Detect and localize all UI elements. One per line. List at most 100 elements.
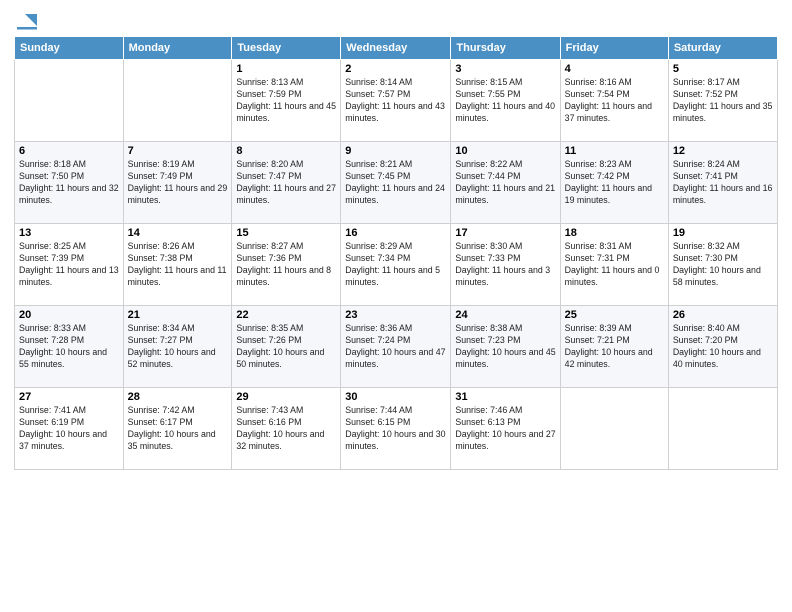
calendar-cell: 6 Sunrise: 8:18 AMSunset: 7:50 PMDaylight… [15,142,124,224]
calendar-cell: 21 Sunrise: 8:34 AMSunset: 7:27 PMDayligh… [123,306,232,388]
day-number: 9 [345,145,446,157]
day-number: 23 [345,309,446,321]
day-number: 6 [19,145,119,157]
day-number: 27 [19,391,119,403]
day-info: Sunrise: 8:15 AMSunset: 7:55 PMDaylight:… [455,77,555,125]
week-row-1: 1 Sunrise: 8:13 AMSunset: 7:59 PMDaylight… [15,60,778,142]
calendar-cell: 18 Sunrise: 8:31 AMSunset: 7:31 PMDayligh… [560,224,668,306]
page: SundayMondayTuesdayWednesdayThursdayFrid… [0,0,792,612]
calendar-cell: 19 Sunrise: 8:32 AMSunset: 7:30 PMDayligh… [668,224,777,306]
week-row-4: 20 Sunrise: 8:33 AMSunset: 7:28 PMDayligh… [15,306,778,388]
day-number: 18 [565,227,664,239]
calendar-cell: 3 Sunrise: 8:15 AMSunset: 7:55 PMDaylight… [451,60,560,142]
day-info: Sunrise: 8:22 AMSunset: 7:44 PMDaylight:… [455,159,555,207]
day-number: 12 [673,145,773,157]
calendar-cell: 16 Sunrise: 8:29 AMSunset: 7:34 PMDayligh… [341,224,451,306]
calendar-cell: 1 Sunrise: 8:13 AMSunset: 7:59 PMDaylight… [232,60,341,142]
calendar-cell: 24 Sunrise: 8:38 AMSunset: 7:23 PMDayligh… [451,306,560,388]
day-number: 20 [19,309,119,321]
calendar-cell: 26 Sunrise: 8:40 AMSunset: 7:20 PMDayligh… [668,306,777,388]
day-number: 8 [236,145,336,157]
calendar-cell: 2 Sunrise: 8:14 AMSunset: 7:57 PMDaylight… [341,60,451,142]
weekday-monday: Monday [123,37,232,60]
calendar-cell: 25 Sunrise: 8:39 AMSunset: 7:21 PMDayligh… [560,306,668,388]
calendar-cell: 7Sunrise: 8:19 AMSunset: 7:49 PMDaylight… [123,142,232,224]
week-row-2: 6 Sunrise: 8:18 AMSunset: 7:50 PMDaylight… [15,142,778,224]
calendar-cell [123,60,232,142]
day-number: 31 [455,391,555,403]
calendar-table: SundayMondayTuesdayWednesdayThursdayFrid… [14,36,778,470]
day-info: Sunrise: 8:14 AMSunset: 7:57 PMDaylight:… [345,77,446,125]
calendar-cell: 31 Sunrise: 7:46 AMSunset: 6:13 PMDayligh… [451,388,560,470]
day-number: 1 [236,63,336,75]
day-number: 21 [128,309,228,321]
day-number: 10 [455,145,555,157]
day-info: Sunrise: 8:13 AMSunset: 7:59 PMDaylight:… [236,77,336,125]
day-info: Sunrise: 8:39 AMSunset: 7:21 PMDaylight:… [565,323,664,371]
day-info: Sunrise: 8:32 AMSunset: 7:30 PMDaylight:… [673,241,773,289]
day-number: 22 [236,309,336,321]
weekday-thursday: Thursday [451,37,560,60]
calendar-cell [668,388,777,470]
day-number: 15 [236,227,336,239]
calendar-cell [560,388,668,470]
day-info: Sunrise: 8:21 AMSunset: 7:45 PMDaylight:… [345,159,446,207]
calendar-cell: 17Sunrise: 8:30 AMSunset: 7:33 PMDayligh… [451,224,560,306]
calendar-cell: 9 Sunrise: 8:21 AMSunset: 7:45 PMDaylight… [341,142,451,224]
calendar-cell: 23 Sunrise: 8:36 AMSunset: 7:24 PMDayligh… [341,306,451,388]
calendar-cell: 10 Sunrise: 8:22 AMSunset: 7:44 PMDayligh… [451,142,560,224]
day-info: Sunrise: 8:25 AMSunset: 7:39 PMDaylight:… [19,241,119,289]
day-info: Sunrise: 8:16 AMSunset: 7:54 PMDaylight:… [565,77,664,125]
weekday-wednesday: Wednesday [341,37,451,60]
day-info: Sunrise: 8:18 AMSunset: 7:50 PMDaylight:… [19,159,119,207]
calendar-cell: 8 Sunrise: 8:20 AMSunset: 7:47 PMDaylight… [232,142,341,224]
day-number: 28 [128,391,228,403]
calendar-cell: 27 Sunrise: 7:41 AMSunset: 6:19 PMDayligh… [15,388,124,470]
day-info: Sunrise: 7:46 AMSunset: 6:13 PMDaylight:… [455,405,555,453]
day-number: 5 [673,63,773,75]
day-number: 19 [673,227,773,239]
calendar-cell: 20 Sunrise: 8:33 AMSunset: 7:28 PMDayligh… [15,306,124,388]
calendar-cell: 30Sunrise: 7:44 AMSunset: 6:15 PMDayligh… [341,388,451,470]
weekday-saturday: Saturday [668,37,777,60]
calendar-cell: 29 Sunrise: 7:43 AMSunset: 6:16 PMDayligh… [232,388,341,470]
calendar-cell: 5 Sunrise: 8:17 AMSunset: 7:52 PMDaylight… [668,60,777,142]
day-number: 16 [345,227,446,239]
day-info: Sunrise: 8:31 AMSunset: 7:31 PMDaylight:… [565,241,664,289]
day-info: Sunrise: 7:41 AMSunset: 6:19 PMDaylight:… [19,405,119,453]
day-number: 3 [455,63,555,75]
day-info: Sunrise: 8:17 AMSunset: 7:52 PMDaylight:… [673,77,773,125]
calendar-cell: 11 Sunrise: 8:23 AMSunset: 7:42 PMDayligh… [560,142,668,224]
day-number: 29 [236,391,336,403]
day-info: Sunrise: 8:27 AMSunset: 7:36 PMDaylight:… [236,241,336,289]
calendar-cell: 4Sunrise: 8:16 AMSunset: 7:54 PMDaylight… [560,60,668,142]
day-number: 7 [128,145,228,157]
day-number: 2 [345,63,446,75]
week-row-5: 27 Sunrise: 7:41 AMSunset: 6:19 PMDayligh… [15,388,778,470]
day-info: Sunrise: 8:29 AMSunset: 7:34 PMDaylight:… [345,241,446,289]
day-number: 26 [673,309,773,321]
day-info: Sunrise: 8:23 AMSunset: 7:42 PMDaylight:… [565,159,664,207]
weekday-sunday: Sunday [15,37,124,60]
day-info: Sunrise: 8:26 AMSunset: 7:38 PMDaylight:… [128,241,228,289]
day-info: Sunrise: 8:20 AMSunset: 7:47 PMDaylight:… [236,159,336,207]
day-info: Sunrise: 8:35 AMSunset: 7:26 PMDaylight:… [236,323,336,371]
weekday-tuesday: Tuesday [232,37,341,60]
day-number: 24 [455,309,555,321]
header [14,10,778,28]
day-info: Sunrise: 7:43 AMSunset: 6:16 PMDaylight:… [236,405,336,453]
day-info: Sunrise: 8:34 AMSunset: 7:27 PMDaylight:… [128,323,228,371]
day-number: 25 [565,309,664,321]
day-info: Sunrise: 8:33 AMSunset: 7:28 PMDaylight:… [19,323,119,371]
calendar-cell: 28 Sunrise: 7:42 AMSunset: 6:17 PMDayligh… [123,388,232,470]
calendar-cell: 15 Sunrise: 8:27 AMSunset: 7:36 PMDayligh… [232,224,341,306]
weekday-friday: Friday [560,37,668,60]
logo-icon [17,10,39,32]
day-info: Sunrise: 8:38 AMSunset: 7:23 PMDaylight:… [455,323,555,371]
logo [14,10,39,28]
day-number: 11 [565,145,664,157]
day-info: Sunrise: 7:42 AMSunset: 6:17 PMDaylight:… [128,405,228,453]
day-info: Sunrise: 7:44 AMSunset: 6:15 PMDaylight:… [345,405,446,453]
day-info: Sunrise: 8:40 AMSunset: 7:20 PMDaylight:… [673,323,773,371]
day-info: Sunrise: 8:36 AMSunset: 7:24 PMDaylight:… [345,323,446,371]
